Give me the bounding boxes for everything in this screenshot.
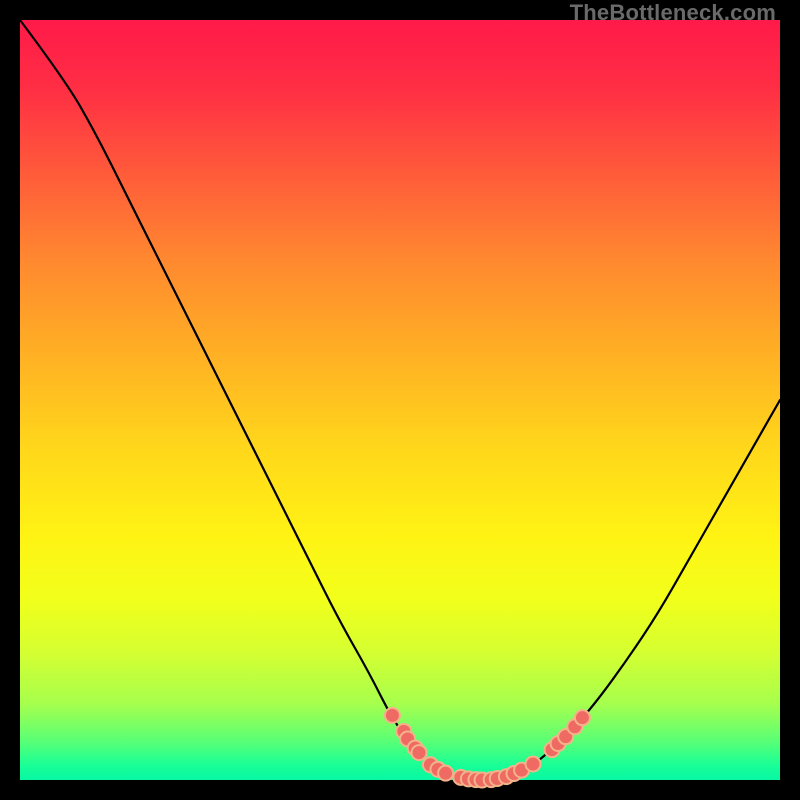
- data-dot: [526, 757, 541, 772]
- watermark-text: TheBottleneck.com: [570, 0, 776, 26]
- data-dot: [575, 710, 590, 725]
- data-dot: [385, 708, 400, 723]
- data-dots: [385, 708, 590, 788]
- chart-svg: [0, 0, 800, 800]
- data-dot: [438, 766, 453, 781]
- data-dot: [412, 745, 427, 760]
- bottleneck-curve: [20, 20, 780, 779]
